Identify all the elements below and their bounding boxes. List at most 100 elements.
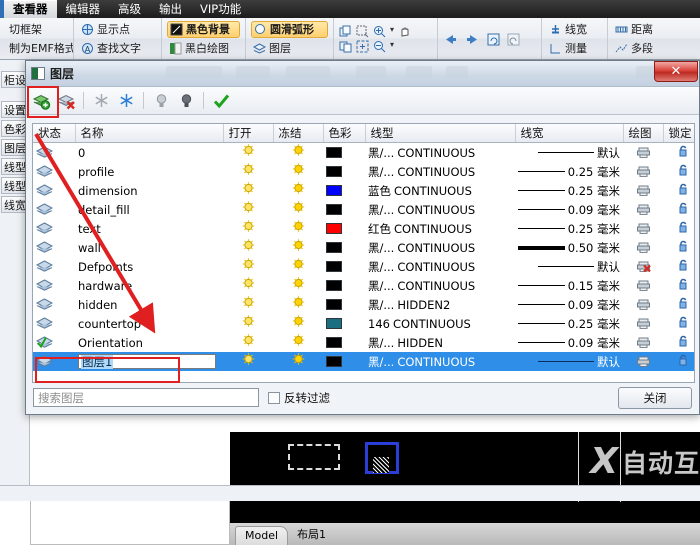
cell-freeze[interactable]	[273, 162, 323, 181]
cell-color[interactable]	[323, 352, 365, 371]
cell-freeze[interactable]	[273, 352, 323, 371]
cell-plot[interactable]	[623, 295, 663, 314]
zoom-out-dropdown-icon[interactable]: ▾	[390, 40, 394, 53]
menu-tab-advanced[interactable]: 高级	[109, 0, 150, 18]
cell-linetype[interactable]: 黑/...CONTINUOUS	[365, 276, 515, 295]
cell-open[interactable]	[223, 257, 273, 276]
cell-lineweight[interactable]: 默认	[515, 352, 623, 371]
forward-arrow-icon[interactable]	[465, 33, 480, 46]
ribbon-item-show-points[interactable]: 显示点	[79, 21, 156, 38]
cell-status[interactable]	[33, 257, 75, 276]
cell-lineweight[interactable]: 0.09 毫米	[515, 200, 623, 219]
cell-status[interactable]	[33, 276, 75, 295]
ribbon-item-layers[interactable]: 图层	[251, 40, 328, 57]
ribbon-item-frame[interactable]: 切框架	[0, 21, 68, 38]
cell-name[interactable]: hidden	[75, 295, 223, 314]
cell-lineweight[interactable]: 0.25 毫米	[515, 314, 623, 333]
zoom-out-icon[interactable]	[373, 40, 386, 53]
cell-plot[interactable]	[623, 257, 663, 276]
cell-color[interactable]	[323, 143, 365, 163]
cell-status[interactable]	[33, 352, 75, 371]
table-row[interactable]: countertop 146CONTINUOUS0.25 毫米	[33, 314, 695, 333]
cell-lock[interactable]	[663, 162, 695, 181]
cell-lineweight[interactable]: 0.25 毫米	[515, 162, 623, 181]
table-row[interactable]: Orientation黑/...HIDDEN0.09 毫米	[33, 333, 695, 352]
cell-name[interactable]: hardware	[75, 276, 223, 295]
cell-color[interactable]	[323, 276, 365, 295]
cell-status[interactable]	[33, 181, 75, 200]
table-row[interactable]: text红色CONTINUOUS0.25 毫米	[33, 219, 695, 238]
pan-hand-icon[interactable]	[398, 25, 411, 38]
ribbon-item-smooth-arc[interactable]: 圆滑弧形	[251, 21, 328, 38]
cell-plot[interactable]	[623, 219, 663, 238]
cell-open[interactable]	[223, 333, 273, 352]
column-header-status[interactable]: 状态	[33, 124, 75, 143]
cell-open[interactable]	[223, 200, 273, 219]
cell-freeze[interactable]	[273, 276, 323, 295]
column-header-open[interactable]: 打开	[223, 124, 273, 143]
cell-plot[interactable]	[623, 181, 663, 200]
column-header-color[interactable]: 色彩	[323, 124, 365, 143]
cell-linetype[interactable]: 黑/...CONTINUOUS	[365, 200, 515, 219]
cell-name[interactable]: countertop	[75, 314, 223, 333]
cell-name[interactable]: dimension	[75, 181, 223, 200]
cell-color[interactable]	[323, 162, 365, 181]
menu-tab-vip[interactable]: VIP功能	[191, 0, 250, 18]
zoom-window-icon[interactable]	[356, 25, 369, 38]
cell-lineweight[interactable]: 0.50 毫米	[515, 238, 623, 257]
column-header-lineweight[interactable]: 线宽	[515, 124, 623, 143]
cell-linetype[interactable]: 146CONTINUOUS	[365, 314, 515, 333]
tab-layout1[interactable]: 布局1	[288, 524, 335, 545]
cell-linetype[interactable]: 黑/...CONTINUOUS	[365, 238, 515, 257]
zoom-in-dropdown-icon[interactable]: ▾	[390, 25, 394, 38]
table-row[interactable]: hardware黑/...CONTINUOUS0.15 毫米	[33, 276, 695, 295]
cell-lock[interactable]	[663, 333, 695, 352]
layer-table-container[interactable]: 状态 名称 打开 冻结 色彩 线型 线宽 绘图 锁定 0黑/...CONTINU…	[32, 123, 695, 383]
cell-status[interactable]	[33, 314, 75, 333]
cell-open[interactable]	[223, 295, 273, 314]
table-row[interactable]: dimension蓝色CONTINUOUS0.25 毫米	[33, 181, 695, 200]
cell-lock[interactable]	[663, 200, 695, 219]
cell-lock[interactable]	[663, 238, 695, 257]
cell-linetype[interactable]: 黑/...HIDDEN	[365, 333, 515, 352]
cell-freeze[interactable]	[273, 181, 323, 200]
cell-lock[interactable]	[663, 143, 695, 163]
left-panel-item-cabinet[interactable]: 柜设	[1, 71, 28, 88]
cell-status[interactable]	[33, 219, 75, 238]
cell-open[interactable]	[223, 314, 273, 333]
cell-lock[interactable]	[663, 314, 695, 333]
cell-lock[interactable]	[663, 219, 695, 238]
cell-status[interactable]	[33, 162, 75, 181]
cell-color[interactable]	[323, 333, 365, 352]
ribbon-item-emf[interactable]: 制为EMF格式	[0, 40, 68, 57]
lamp-dark-icon[interactable]	[175, 90, 197, 112]
ribbon-item-black-background[interactable]: 黑色背景	[167, 21, 240, 38]
cell-name[interactable]: detail_fill	[75, 200, 223, 219]
cell-open[interactable]	[223, 219, 273, 238]
dialog-close-button[interactable]: ✕	[654, 61, 698, 82]
left-panel-item-color[interactable]: 色彩	[1, 120, 28, 137]
cell-status[interactable]	[33, 143, 75, 163]
cell-freeze[interactable]	[273, 314, 323, 333]
cell-plot[interactable]	[623, 143, 663, 163]
zoom-extents-icon[interactable]	[356, 40, 369, 53]
cell-plot[interactable]	[623, 238, 663, 257]
cell-lock[interactable]	[663, 295, 695, 314]
cell-linetype[interactable]: 蓝色CONTINUOUS	[365, 181, 515, 200]
cell-linetype[interactable]: 黑/...CONTINUOUS	[365, 257, 515, 276]
new-layer-button[interactable]	[30, 90, 52, 112]
table-row[interactable]: detail_fill 黑/...CONTINUOUS0.09 毫米	[33, 200, 695, 219]
green-check-icon[interactable]	[210, 90, 232, 112]
cell-name[interactable]: profile	[75, 162, 223, 181]
back-arrow-icon[interactable]	[443, 33, 458, 46]
table-row[interactable]: 图层1黑/...CONTINUOUS默认	[33, 352, 695, 371]
cell-color[interactable]	[323, 181, 365, 200]
cell-name[interactable]: text	[75, 219, 223, 238]
table-row[interactable]: wall黑/...CONTINUOUS0.50 毫米	[33, 238, 695, 257]
column-header-plot[interactable]: 绘图	[623, 124, 663, 143]
ribbon-item-find-text[interactable]: A 查找文字	[79, 40, 156, 57]
column-header-freeze[interactable]: 冻结	[273, 124, 323, 143]
cell-open[interactable]	[223, 276, 273, 295]
layer-name-input[interactable]: 图层1	[78, 354, 216, 369]
redo-icon[interactable]	[507, 33, 520, 46]
